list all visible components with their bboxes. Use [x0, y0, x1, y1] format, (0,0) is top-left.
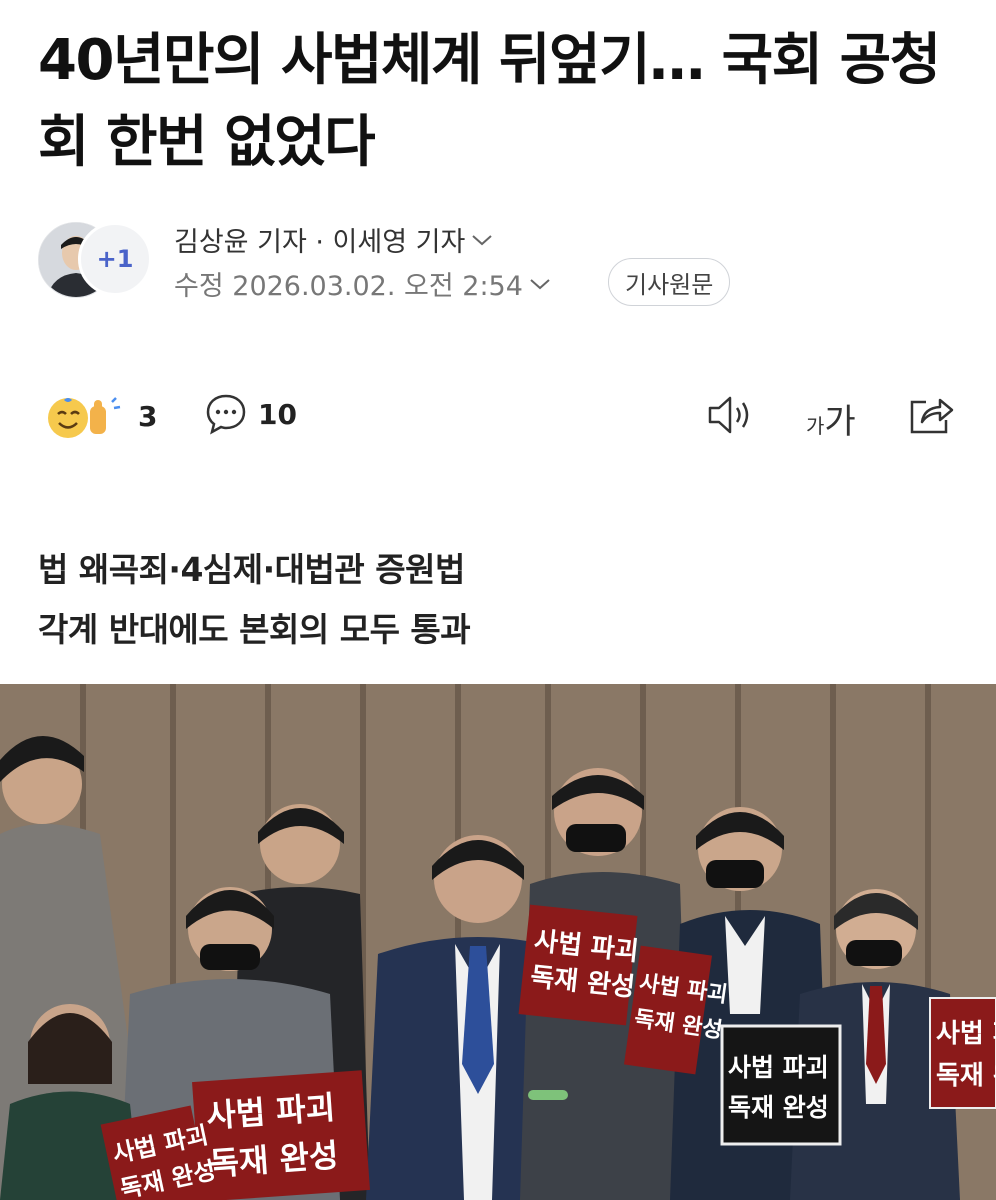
- comment-button[interactable]: 10: [204, 392, 297, 436]
- sign-text: 사법 파괴: [936, 1019, 996, 1049]
- comment-icon: [206, 394, 246, 435]
- chevron-down-icon: [530, 278, 550, 289]
- sign-text: 독재 완성: [728, 1093, 829, 1122]
- reporter-names-text: 김상윤 기자 · 이세영 기자: [174, 227, 466, 258]
- more-reporters-badge[interactable]: +1: [78, 222, 152, 296]
- sign-text: 사법 파괴: [728, 1053, 829, 1082]
- reporter-names[interactable]: 김상윤 기자 · 이세영 기자: [174, 220, 493, 259]
- reaction-count: 3: [138, 399, 158, 433]
- sign-text: 독재 완성: [936, 1061, 996, 1091]
- text-to-speech-button[interactable]: [706, 392, 758, 442]
- font-size-button[interactable]: 가 가: [806, 394, 856, 443]
- original-article-button[interactable]: 기사원문: [608, 258, 731, 306]
- protest-sign: 사법 파괴 독재 완성: [720, 1024, 842, 1146]
- font-size-small-glyph: 가: [806, 414, 825, 438]
- share-icon: [910, 398, 954, 434]
- chevron-down-icon: [472, 234, 492, 245]
- article-headline: 40년만의 사법체계 뒤엎기… 국회 공청회 한번 없었다: [38, 28, 941, 175]
- reaction-button[interactable]: 3: [44, 392, 157, 440]
- article-photo-image: 사법 파괴 독재 완성 사법 파괴 독재 완성 사법 파괴 독재 완성 사법 파…: [0, 684, 996, 1200]
- article-action-bar: 3 10 가 가: [38, 388, 958, 444]
- subheading-line: 법 왜곡죄·4심제·대법관 증원법: [38, 550, 465, 589]
- reaction-emoji-icon: [48, 397, 121, 438]
- protest-sign: 사법 파괴 독재 완성: [929, 997, 996, 1109]
- byline: +1 김상윤 기자 · 이세영 기자 수정 2026.03.02. 오전 2:5…: [38, 218, 968, 308]
- article-subheading: 법 왜곡죄·4심제·대법관 증원법 각계 반대에도 본회의 모두 통과: [38, 540, 471, 660]
- font-size-large-glyph: 가: [824, 402, 856, 442]
- protest-sign: 사법 파괴 독재 완성: [518, 904, 640, 1026]
- article-photo[interactable]: 사법 파괴 독재 완성 사법 파괴 독재 완성 사법 파괴 독재 완성 사법 파…: [0, 684, 996, 1200]
- speaker-icon: [708, 396, 749, 434]
- modified-date[interactable]: 수정 2026.03.02. 오전 2:54: [174, 264, 551, 303]
- comment-count: 10: [258, 397, 297, 431]
- subheading-line: 각계 반대에도 본회의 모두 통과: [38, 610, 471, 649]
- modified-date-text: 수정 2026.03.02. 오전 2:54: [174, 271, 523, 302]
- share-button[interactable]: [906, 392, 956, 442]
- protest-sign: 사법 파괴 독재 완성: [192, 1070, 370, 1200]
